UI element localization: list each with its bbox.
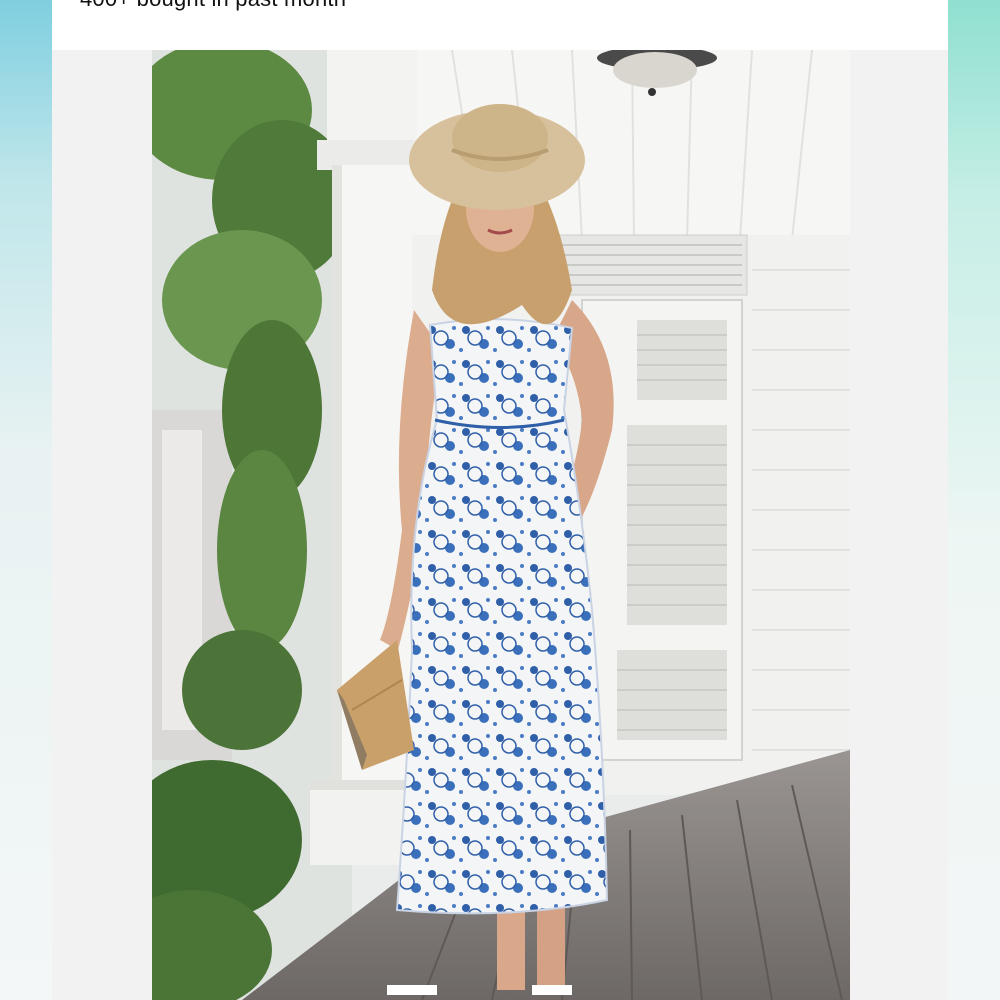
product-image[interactable] — [152, 50, 850, 1000]
bought-in-past-month-text: 400+ bought in past month — [80, 0, 346, 12]
background-right-edge — [948, 0, 1000, 1000]
product-card: 400+ bought in past month — [52, 0, 948, 1000]
